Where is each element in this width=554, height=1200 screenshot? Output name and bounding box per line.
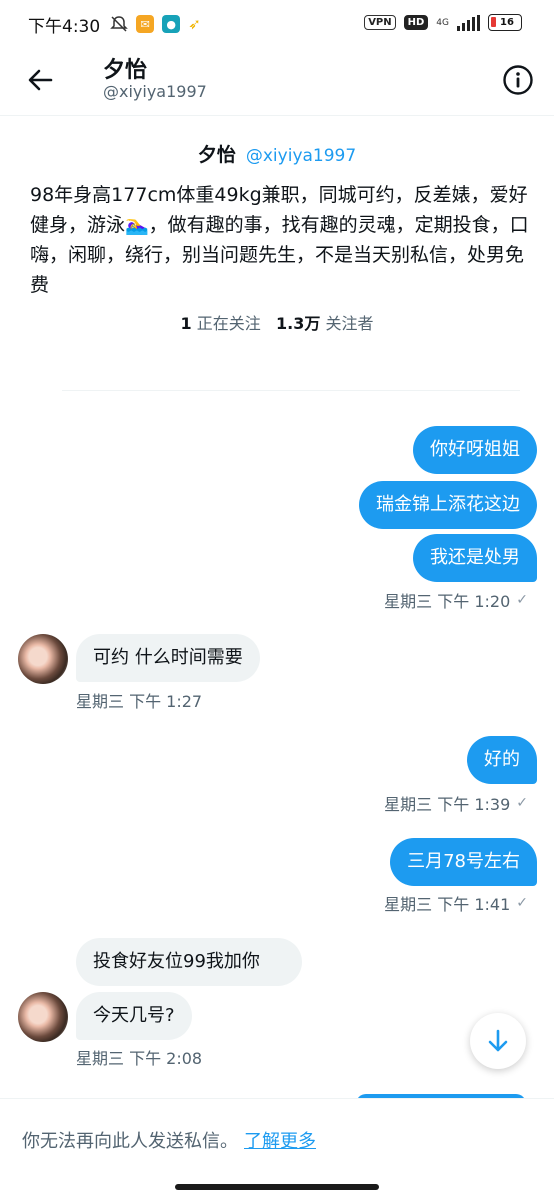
divider: [62, 390, 520, 391]
read-check-icon: ✓: [516, 795, 528, 811]
network-label: 4G: [436, 17, 449, 28]
app-icon: ●: [162, 15, 181, 33]
profile-stats: 1 正在关注 1.3万 关注者: [0, 310, 554, 334]
profile-summary[interactable]: 夕怡 @xiyiya1997 98年身高177cm体重49kg兼职，同城可约，反…: [0, 140, 554, 333]
timestamp-text: 星期三 下午 1:20: [384, 592, 511, 611]
followers-count: 1.3万: [276, 314, 321, 333]
timestamp-text: 星期三 下午 1:39: [384, 795, 511, 814]
battery-level: 16: [500, 17, 514, 28]
home-indicator[interactable]: [175, 1184, 379, 1190]
message-timestamp: 星期三 下午 1:41 ✓: [384, 891, 528, 915]
message-timestamp: 星期三 下午 1:27: [76, 692, 203, 711]
message-timestamp: 星期三 下午 1:39 ✓: [384, 791, 528, 815]
back-button[interactable]: [22, 62, 58, 98]
hd-badge: HD: [403, 15, 429, 30]
following-count: 1: [180, 314, 192, 333]
avatar[interactable]: [18, 634, 68, 684]
mail-app-icon: ✉: [136, 15, 155, 33]
info-icon: [503, 65, 533, 95]
profile-bio: 98年身高177cm体重49kg兼职，同城可约，反差婊，爱好健身，游泳🏊‍♀️，…: [30, 184, 529, 296]
message-bubble-outgoing[interactable]: 瑞金锦上添花这边: [359, 481, 537, 529]
battery-icon: 16: [488, 14, 522, 31]
message-timestamp: 星期三 下午 2:08: [76, 1049, 203, 1068]
message-bubble-outgoing[interactable]: 我还是处男: [413, 534, 537, 582]
read-check-icon: ✓: [516, 895, 528, 911]
avatar[interactable]: [18, 992, 68, 1042]
bird-app-icon: ➶: [188, 15, 201, 33]
message-timestamp: 星期三 下午 1:20 ✓: [384, 588, 528, 612]
learn-more-link[interactable]: 了解更多: [244, 1131, 316, 1152]
status-bar: 下午4:30 ✉ ● ➶ VPN HD 4G 16: [0, 0, 554, 48]
signal-icon: [457, 14, 480, 31]
notification-icons: ✉ ● ➶: [110, 15, 201, 33]
scroll-down-arrow-icon: [488, 1029, 508, 1052]
notice-text: 你无法再向此人发送私信。 了解更多: [22, 1127, 316, 1153]
profile-name: 夕怡: [197, 144, 236, 166]
message-bubble-outgoing[interactable]: 你好呀姐姐: [413, 426, 537, 474]
header-handle: @xiyiya1997: [103, 82, 207, 101]
followers-label: 关注者: [325, 314, 374, 333]
header-name: 夕怡: [103, 58, 148, 83]
message-bubble-incoming[interactable]: 今天几号?: [76, 992, 192, 1040]
following-label: 正在关注: [196, 314, 261, 333]
mute-bell-icon: [110, 16, 128, 32]
dm-disabled-notice: 你无法再向此人发送私信。 了解更多: [0, 1098, 554, 1200]
conversation-header: 夕怡 @xiyiya1997: [0, 48, 554, 116]
status-right: VPN HD 4G 16: [364, 14, 522, 31]
info-button[interactable]: [500, 62, 536, 98]
back-arrow-icon: [28, 69, 53, 91]
notice-message: 你无法再向此人发送私信。: [22, 1131, 238, 1152]
profile-title: 夕怡 @xiyiya1997: [0, 140, 554, 167]
message-bubble-incoming[interactable]: 投食好友位99我加你: [76, 938, 302, 986]
scroll-to-bottom-button[interactable]: [470, 1013, 526, 1069]
message-bubble-outgoing[interactable]: 好的: [467, 736, 537, 784]
read-check-icon: ✓: [516, 592, 528, 608]
vpn-badge: VPN: [364, 15, 396, 30]
message-bubble-incoming[interactable]: 可约 什么时间需要: [76, 634, 260, 682]
message-bubble-outgoing[interactable]: 三月78号左右: [390, 838, 537, 886]
timestamp-text: 星期三 下午 1:41: [384, 895, 511, 914]
profile-handle: @xiyiya1997: [245, 146, 357, 166]
status-time: 下午4:30: [28, 16, 101, 37]
